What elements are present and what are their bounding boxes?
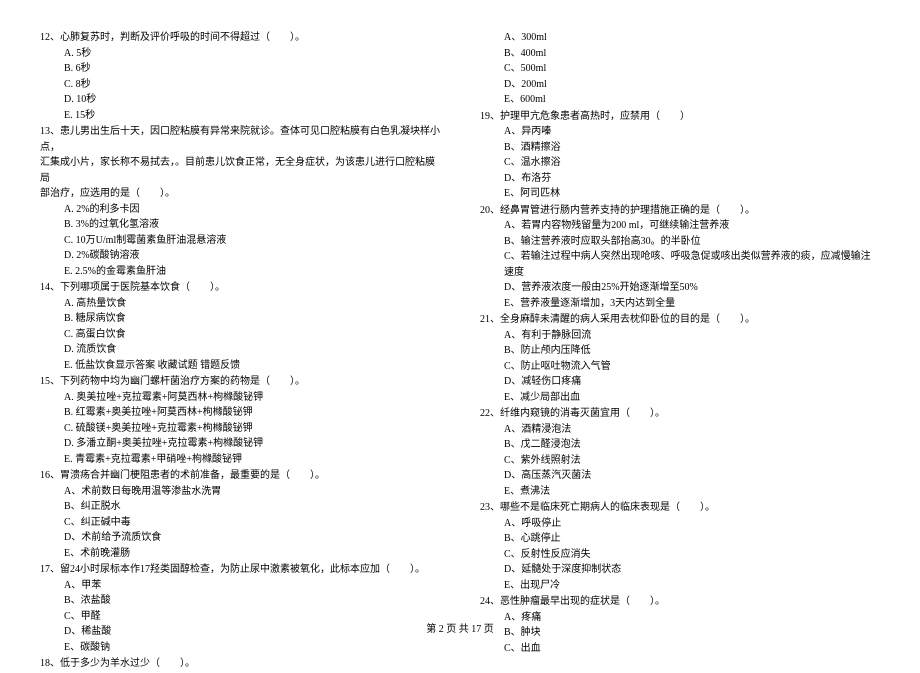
q14-opt-e: E. 低盐饮食显示答案 收藏试题 错题反馈 [40, 358, 440, 374]
q18-stem: 18、低于多少为羊水过少（ ）。 [40, 656, 440, 672]
q13-opt-b: B. 3%的过氧化氢溶液 [40, 217, 440, 233]
q12-opt-a: A. 5秒 [40, 46, 440, 62]
q22-opt-a: A、酒精浸泡法 [480, 422, 880, 438]
q16-opt-c: C、纠正碱中毒 [40, 515, 440, 531]
q14-opt-c: C. 高蛋白饮食 [40, 327, 440, 343]
q12-opt-d: D. 10秒 [40, 92, 440, 108]
q23-opt-d: D、延髓处于深度抑制状态 [480, 562, 880, 578]
q14-opt-d: D. 流质饮食 [40, 342, 440, 358]
q23-opt-c: C、反射性反应消失 [480, 547, 880, 563]
q12-stem: 12、心肺复苏时，判断及评价呼吸的时间不得超过（ ）。 [40, 30, 440, 46]
q13-opt-c: C. 10万U/ml制霉菌素鱼肝油混悬溶液 [40, 233, 440, 249]
q20-opt-d: D、营养液浓度一般由25%开始逐渐增至50% [480, 280, 880, 296]
q14-opt-b: B. 糖尿病饮食 [40, 311, 440, 327]
q20-opt-c: C、若输注过程中病人突然出现呛咳、呼吸急促或咳出类似营养液的痰，应减慢输注速度 [480, 249, 880, 280]
q22-opt-c: C、紫外线照射法 [480, 453, 880, 469]
question-16: 16、胃溃疡合并幽门梗阻患者的术前准备，最重要的是（ ）。 A、术前数日每晚用温… [40, 468, 440, 561]
question-12: 12、心肺复苏时，判断及评价呼吸的时间不得超过（ ）。 A. 5秒 B. 6秒 … [40, 30, 440, 123]
q18-opt-c: C、500ml [480, 61, 880, 77]
q16-opt-e: E、术前晚灌肠 [40, 546, 440, 562]
q16-opt-d: D、术前给予流质饮食 [40, 530, 440, 546]
question-23: 23、哪些不是临床死亡期病人的临床表现是（ ）。 A、呼吸停止 B、心跳停止 C… [480, 500, 880, 593]
q19-opt-c: C、温水擦浴 [480, 155, 880, 171]
q21-stem: 21、全身麻醉未清醒的病人采用去枕仰卧位的目的是（ ）。 [480, 312, 880, 328]
q16-stem: 16、胃溃疡合并幽门梗阻患者的术前准备，最重要的是（ ）。 [40, 468, 440, 484]
q22-stem: 22、纤维内窥镜的消毒灭菌宜用（ ）。 [480, 406, 880, 422]
q16-opt-a: A、术前数日每晚用温等渗盐水洗胃 [40, 484, 440, 500]
q19-stem: 19、护理甲亢危象患者高热时，应禁用（ ） [480, 109, 880, 125]
q20-opt-e: E、营养液量逐渐增加，3天内达到全量 [480, 296, 880, 312]
q18-opt-b: B、400ml [480, 46, 880, 62]
left-column: 12、心肺复苏时，判断及评价呼吸的时间不得超过（ ）。 A. 5秒 B. 6秒 … [40, 30, 440, 673]
q12-opt-e: E. 15秒 [40, 108, 440, 124]
q13-opt-e: E. 2.5%的金霉素鱼肝油 [40, 264, 440, 280]
q23-opt-e: E、出现尸冷 [480, 578, 880, 594]
q14-opt-a: A. 高热量饮食 [40, 296, 440, 312]
question-20: 20、经鼻胃管进行肠内营养支持的护理措施正确的是（ ）。 A、若胃内容物残留量为… [480, 203, 880, 312]
q16-opt-b: B、纠正脱水 [40, 499, 440, 515]
q19-opt-e: E、阿司匹林 [480, 186, 880, 202]
right-column: A、300ml B、400ml C、500ml D、200ml E、600ml … [480, 30, 880, 673]
q22-opt-b: B、戊二醛浸泡法 [480, 437, 880, 453]
question-13: 13、患儿男出生后十天，因口腔粘膜有异常来院就诊。查体可见口腔粘膜有白色乳凝块样… [40, 124, 440, 279]
question-21: 21、全身麻醉未清醒的病人采用去枕仰卧位的目的是（ ）。 A、有利于静脉回流 B… [480, 312, 880, 405]
q20-stem: 20、经鼻胃管进行肠内营养支持的护理措施正确的是（ ）。 [480, 203, 880, 219]
q21-opt-c: C、防止呕吐物流入气管 [480, 359, 880, 375]
q20-opt-a: A、若胃内容物残留量为200 ml，可继续输注营养液 [480, 218, 880, 234]
question-14: 14、下列哪项属于医院基本饮食（ ）。 A. 高热量饮食 B. 糖尿病饮食 C.… [40, 280, 440, 373]
q13-stem-3: 部治疗，应选用的是（ ）。 [40, 186, 440, 202]
q20-opt-b: B、输注营养液时应取头部抬高30。的半卧位 [480, 234, 880, 250]
question-22: 22、纤维内窥镜的消毒灭菌宜用（ ）。 A、酒精浸泡法 B、戊二醛浸泡法 C、紫… [480, 406, 880, 499]
q13-stem-2: 汇集成小片，家长称不易拭去，。目前患儿饮食正常，无全身症状，为该患儿进行口腔粘膜… [40, 155, 440, 186]
q22-opt-d: D、高压蒸汽灭菌法 [480, 468, 880, 484]
q22-opt-e: E、煮沸法 [480, 484, 880, 500]
q13-stem-1: 13、患儿男出生后十天，因口腔粘膜有异常来院就诊。查体可见口腔粘膜有白色乳凝块样… [40, 124, 440, 155]
q19-opt-a: A、异丙嗪 [480, 124, 880, 140]
q24-stem: 24、恶性肿瘤最早出现的症状是（ ）。 [480, 594, 880, 610]
question-18-opts: A、300ml B、400ml C、500ml D、200ml E、600ml [480, 30, 880, 108]
q23-opt-b: B、心跳停止 [480, 531, 880, 547]
question-18: 18、低于多少为羊水过少（ ）。 [40, 656, 440, 672]
q17-opt-a: A、甲苯 [40, 578, 440, 594]
q17-opt-e: E、碳酸钠 [40, 640, 440, 656]
q17-opt-b: B、浓盐酸 [40, 593, 440, 609]
q18-opt-a: A、300ml [480, 30, 880, 46]
q13-opt-a: A. 2%的利多卡因 [40, 202, 440, 218]
page-content: 12、心肺复苏时，判断及评价呼吸的时间不得超过（ ）。 A. 5秒 B. 6秒 … [40, 30, 880, 673]
q15-opt-e: E. 青霉素+克拉霉素+甲硝唑+枸橼酸铋钾 [40, 452, 440, 468]
q21-opt-e: E、减少局部出血 [480, 390, 880, 406]
q23-opt-a: A、呼吸停止 [480, 516, 880, 532]
q15-opt-d: D. 多潘立酮+奥美拉唑+克拉霉素+枸橼酸铋钾 [40, 436, 440, 452]
q19-opt-d: D、布洛芬 [480, 171, 880, 187]
q24-opt-c: C、出血 [480, 641, 880, 657]
q21-opt-b: B、防止颅内压降低 [480, 343, 880, 359]
q18-opt-e: E、600ml [480, 92, 880, 108]
q18-opt-d: D、200ml [480, 77, 880, 93]
page-footer: 第 2 页 共 17 页 [0, 620, 920, 635]
q12-opt-c: C. 8秒 [40, 77, 440, 93]
q15-opt-b: B. 红霉素+奥美拉唑+阿莫西林+枸橼酸铋钾 [40, 405, 440, 421]
q15-opt-c: C. 硫酸镁+奥美拉唑+克拉霉素+枸橼酸铋钾 [40, 421, 440, 437]
q21-opt-a: A、有利于静脉回流 [480, 328, 880, 344]
q15-opt-a: A. 奥美拉唑+克拉霉素+阿莫西林+枸橼酸铋钾 [40, 390, 440, 406]
q14-stem: 14、下列哪项属于医院基本饮食（ ）。 [40, 280, 440, 296]
question-15: 15、下列药物中均为幽门螺杆菌治疗方案的药物是（ ）。 A. 奥美拉唑+克拉霉素… [40, 374, 440, 467]
question-19: 19、护理甲亢危象患者高热时，应禁用（ ） A、异丙嗪 B、酒精擦浴 C、温水擦… [480, 109, 880, 202]
q23-stem: 23、哪些不是临床死亡期病人的临床表现是（ ）。 [480, 500, 880, 516]
q12-opt-b: B. 6秒 [40, 61, 440, 77]
q13-opt-d: D. 2%碳酸钠溶液 [40, 248, 440, 264]
q15-stem: 15、下列药物中均为幽门螺杆菌治疗方案的药物是（ ）。 [40, 374, 440, 390]
q19-opt-b: B、酒精擦浴 [480, 140, 880, 156]
q21-opt-d: D、减轻伤口疼痛 [480, 374, 880, 390]
q17-stem: 17、留24小时尿标本作17羟类固醇检查，为防止尿中激素被氧化，此标本应加（ ）… [40, 562, 440, 578]
question-17: 17、留24小时尿标本作17羟类固醇检查，为防止尿中激素被氧化，此标本应加（ ）… [40, 562, 440, 655]
